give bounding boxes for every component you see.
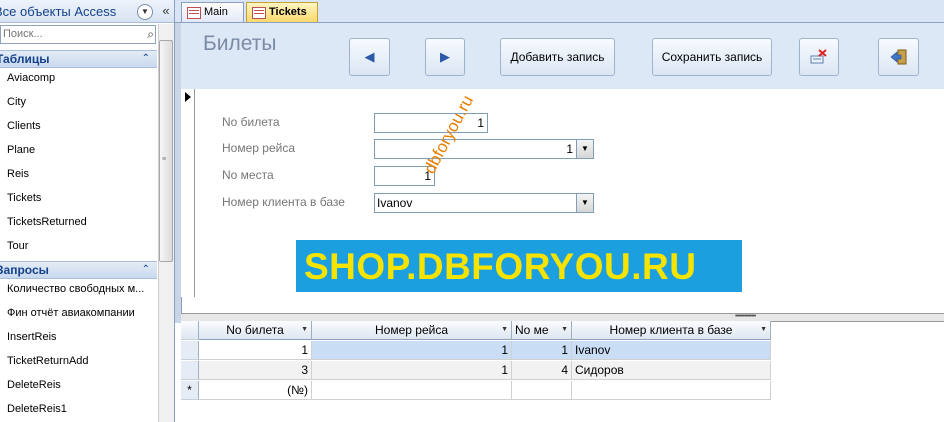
nav-item-plane[interactable]: Plane [7, 139, 157, 161]
flight-number-combo[interactable]: 1 ▼ [374, 139, 594, 159]
column-header-client-no[interactable]: Номер клиента в базе ▼ [572, 321, 771, 340]
tab-main[interactable]: Main [181, 2, 244, 22]
nav-group-queries[interactable]: Запросы ⌃ [0, 261, 157, 279]
collapse-pane-icon[interactable]: « [158, 0, 174, 23]
dropdown-arrow-icon[interactable]: ▼ [561, 321, 568, 339]
nav-item-insertreis[interactable]: InsertReis [7, 326, 157, 348]
nav-item-reis[interactable]: Reis [7, 163, 157, 185]
record-selector[interactable] [181, 89, 195, 297]
shop-banner: SHOP.DBFORYOU.RU [296, 240, 742, 292]
form-icon [252, 7, 266, 19]
delete-record-button[interactable] [799, 38, 839, 76]
banner-text: SHOP.DBFORYOU.RU [304, 246, 697, 287]
delete-record-icon [810, 49, 827, 64]
column-header-seat-no[interactable]: No ме ▼ [512, 321, 572, 340]
form-icon [187, 7, 201, 19]
current-record-arrow-icon [185, 92, 191, 102]
dropdown-arrow-icon[interactable]: ▼ [501, 321, 508, 339]
nav-item-city[interactable]: City [7, 91, 157, 113]
grip-icon: ≡ [162, 156, 167, 163]
datasheet-header-row: No билета ▼ Номер рейса ▼ No ме ▼ Номер кли… [181, 321, 771, 340]
table-cell[interactable] [512, 381, 572, 400]
dropdown-arrow-icon[interactable]: ▼ [576, 194, 593, 212]
dropdown-arrow-icon[interactable]: ▼ [760, 321, 767, 339]
column-header-label: Номер рейса [375, 323, 448, 337]
client-number-label: Номер клиента в базе [222, 195, 345, 209]
ticket-number-field[interactable]: 1 [374, 113, 488, 133]
tab-label: Tickets [269, 6, 307, 18]
dropdown-arrow-icon[interactable]: ▼ [576, 140, 593, 158]
add-record-button[interactable]: Добавить запись [500, 38, 615, 76]
navigation-pane: Все объекты Access ▼ « ⌕ Таблицы ⌃ Aviac… [0, 0, 175, 422]
grip-icon[interactable]: •••••••••••••• [735, 313, 756, 320]
nav-pane-title: Все объекты Access [0, 4, 117, 19]
nav-item-clients[interactable]: Clients [7, 115, 157, 137]
table-cell[interactable] [312, 381, 512, 400]
row-selector[interactable] [181, 361, 199, 380]
table-cell[interactable]: 1 [312, 341, 512, 360]
nav-item-ticketreturnadd[interactable]: TicketReturnAdd [7, 350, 157, 372]
nav-item-fin-report-query[interactable]: Фин отчёт авиакомпании [7, 302, 157, 324]
new-record-row[interactable]: * (№) [181, 381, 771, 400]
nav-item-free-seats-query[interactable]: Количество свободных м... [7, 278, 157, 300]
nav-group-tables[interactable]: Таблицы ⌃ [0, 50, 157, 68]
exit-button[interactable] [878, 38, 919, 76]
table-cell[interactable]: 1 [199, 341, 312, 360]
exit-door-icon [890, 49, 906, 65]
flight-number-value: 1 [566, 142, 573, 156]
client-combo[interactable]: Ivanov ▼ [374, 193, 594, 213]
nav-item-deletereis1[interactable]: DeleteReis1 [7, 398, 157, 420]
table-row[interactable]: 3 1 4 Сидоров [181, 361, 771, 380]
column-header-ticket-no[interactable]: No билета ▼ [199, 321, 312, 340]
row-selector[interactable] [181, 341, 199, 360]
seat-number-label: No места [222, 168, 274, 182]
chevron-up-icon[interactable]: ⌃ [142, 51, 150, 67]
nav-item-ticketsreturned[interactable]: TicketsReturned [7, 211, 157, 233]
table-row[interactable]: 1 1 1 Ivanov [181, 341, 771, 360]
client-value: Ivanov [377, 196, 413, 210]
column-header-label: No билета [226, 323, 284, 337]
select-all-corner[interactable] [181, 321, 199, 340]
nav-search-input[interactable] [1, 26, 139, 41]
arrow-left-icon: ◀ [364, 49, 375, 64]
nav-group-label: Таблицы [0, 52, 50, 66]
table-cell[interactable]: 3 [199, 361, 312, 380]
new-record-placeholder[interactable]: (№) [199, 381, 312, 400]
table-cell[interactable]: Сидоров [572, 361, 771, 380]
nav-item-aviacomp[interactable]: Aviacomp [7, 67, 157, 89]
new-row-marker[interactable]: * [181, 381, 199, 400]
nav-pane-header[interactable]: Все объекты Access [0, 0, 158, 23]
nav-item-deletereis[interactable]: DeleteReis [7, 374, 157, 396]
column-header-label: No ме [515, 323, 549, 337]
table-cell[interactable] [572, 381, 771, 400]
column-header-flight-no[interactable]: Номер рейса ▼ [312, 321, 512, 340]
tab-label: Main [204, 6, 228, 18]
chevron-up-icon[interactable]: ⌃ [142, 262, 150, 278]
table-cell[interactable]: Ivanov [572, 341, 771, 360]
chevron-down-icon[interactable]: ▼ [137, 4, 153, 20]
table-cell[interactable]: 1 [512, 341, 572, 360]
form-title: Билеты [203, 32, 277, 55]
arrow-right-icon: ▶ [440, 49, 450, 64]
save-record-button[interactable]: Сохранить запись [652, 38, 772, 76]
flight-number-label: Номер рейса [222, 141, 295, 155]
dropdown-arrow-icon[interactable]: ▼ [301, 321, 308, 339]
table-cell[interactable]: 4 [512, 361, 572, 380]
nav-item-tour[interactable]: Tour [7, 235, 157, 257]
nav-search-box[interactable]: ⌕ [0, 25, 156, 44]
previous-record-button[interactable]: ◀ [349, 38, 390, 76]
column-header-label: Номер клиента в базе [609, 323, 733, 337]
search-icon[interactable]: ⌕ [147, 26, 154, 42]
nav-item-tickets[interactable]: Tickets [7, 187, 157, 209]
nav-scrollbar-thumb[interactable] [159, 40, 173, 262]
nav-group-label: Запросы [0, 263, 49, 277]
ticket-number-label: No билета [222, 115, 280, 129]
next-record-button[interactable]: ▶ [425, 38, 465, 76]
table-cell[interactable]: 1 [312, 361, 512, 380]
tab-tickets[interactable]: Tickets [246, 2, 318, 22]
